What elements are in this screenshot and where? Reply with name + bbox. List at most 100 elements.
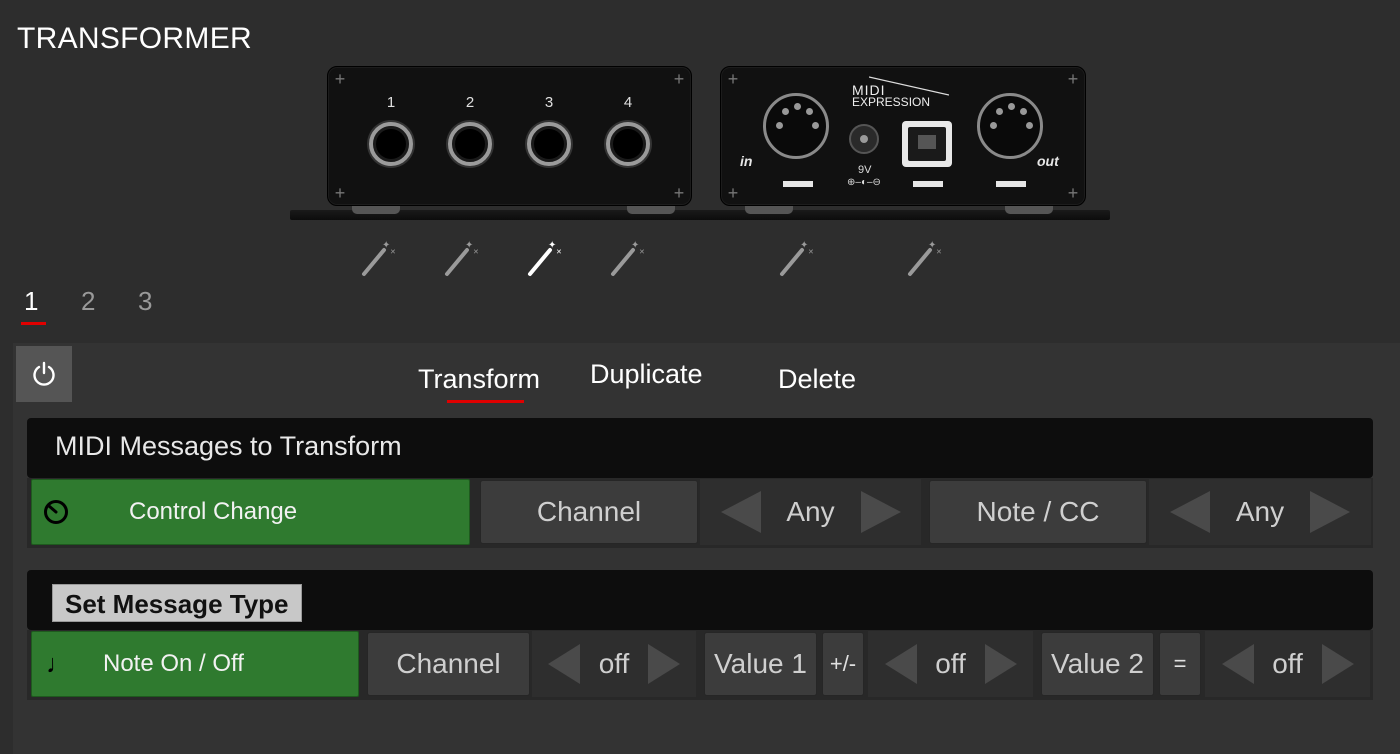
source-notecc-next-icon[interactable]: [1310, 491, 1350, 533]
target-value2-label: Value 2: [1051, 648, 1144, 679]
wand-icon-jack-3[interactable]: ✦✕: [526, 236, 562, 278]
polarity-icon: ⊕–◐–⊖: [847, 177, 881, 188]
power-icon: [33, 361, 55, 386]
svg-text:✕: ✕: [936, 249, 942, 256]
target-value2-operator: =: [1173, 651, 1187, 676]
jack-number-1: 1: [386, 94, 396, 111]
screw-icon: +: [727, 69, 739, 89]
target-value2-button[interactable]: Value 2: [1041, 632, 1154, 696]
wand-icon-midi-in[interactable]: ✦✕: [778, 236, 814, 278]
power-toggle-button[interactable]: [16, 346, 72, 402]
source-channel-next-icon[interactable]: [860, 491, 901, 533]
target-value1-stepper: off: [868, 631, 1033, 697]
device-foot: [1005, 205, 1053, 214]
device-shelf: [290, 210, 1110, 220]
usb-port[interactable]: [902, 121, 952, 167]
jack-4[interactable]: [606, 122, 650, 166]
target-channel-prev-icon[interactable]: [548, 644, 580, 684]
svg-text:✕: ✕: [639, 249, 645, 256]
target-type-label: Note On / Off: [103, 650, 244, 677]
source-notecc-value: Any: [1235, 496, 1285, 527]
target-value1-prev-icon[interactable]: [884, 644, 917, 684]
midi-ports-panel: + + + + in MIDI EXPRESSION 9V ⊕–◐–⊖ out: [720, 66, 1086, 206]
jack-number-4: 4: [623, 94, 633, 111]
jack-3[interactable]: [527, 122, 571, 166]
wand-icon-jack-2[interactable]: ✦✕: [443, 236, 479, 278]
music-note-icon: ♩: [46, 648, 72, 679]
source-channel-stepper: Any: [700, 479, 921, 545]
slot-tab-2[interactable]: 2: [77, 286, 134, 317]
midi-in-indicator: [783, 181, 813, 187]
set-message-type-label: Set Message Type: [52, 584, 302, 622]
midi-out-label: out: [1037, 153, 1059, 169]
target-channel-button[interactable]: Channel: [367, 632, 530, 696]
source-section-header: MIDI Messages to Transform: [27, 418, 1373, 478]
jack-1[interactable]: [369, 122, 413, 166]
source-channel-button[interactable]: Channel: [480, 480, 698, 544]
target-channel-label: Channel: [396, 648, 501, 679]
device-foot: [745, 205, 793, 214]
target-value2-operator-button[interactable]: =: [1159, 632, 1201, 696]
device-foot: [352, 205, 400, 214]
target-value2-prev-icon[interactable]: [1221, 644, 1254, 684]
tab-transform[interactable]: Transform: [418, 364, 540, 395]
source-channel-label: Channel: [536, 496, 642, 527]
tab-duplicate[interactable]: Duplicate: [590, 359, 703, 390]
jack-number-2: 2: [465, 94, 475, 111]
usb-indicator: [913, 181, 943, 187]
slot-tab-1[interactable]: 1: [20, 286, 77, 317]
screw-icon: +: [334, 183, 346, 203]
app-title: TRANSFORMER: [17, 22, 252, 55]
target-channel-value: off: [598, 648, 630, 679]
source-notecc-stepper: Any: [1149, 479, 1371, 545]
midi-in-port[interactable]: [763, 93, 829, 159]
target-value1-button[interactable]: Value 1: [704, 632, 817, 696]
screw-icon: +: [334, 69, 346, 89]
wand-icon-jack-1[interactable]: ✦✕: [360, 236, 396, 278]
target-value2-value: off: [1272, 648, 1303, 679]
target-type-button[interactable]: ♩ Note On / Off: [31, 631, 359, 697]
source-channel-value: Any: [786, 496, 835, 527]
wand-icon-usb[interactable]: ✦✕: [906, 236, 942, 278]
wand-icon-jack-4[interactable]: ✦✕: [609, 236, 645, 278]
target-channel-stepper: off: [532, 631, 696, 697]
screw-icon: +: [673, 69, 685, 89]
screw-icon: +: [673, 183, 685, 203]
slot-tab-3[interactable]: 3: [134, 286, 191, 317]
device-foot: [627, 205, 675, 214]
target-value1-next-icon[interactable]: [984, 644, 1017, 684]
power-jack: [849, 124, 879, 154]
source-type-label: Control Change: [129, 498, 298, 525]
power-voltage-label: 9V: [858, 164, 872, 176]
target-value1-operator: +/-: [829, 651, 857, 676]
source-notecc-prev-icon[interactable]: [1170, 491, 1210, 533]
screw-icon: +: [727, 183, 739, 203]
svg-text:✕: ✕: [390, 249, 396, 256]
screw-icon: +: [1067, 69, 1079, 89]
target-value1-label: Value 1: [714, 648, 807, 679]
tab-delete[interactable]: Delete: [778, 364, 856, 395]
source-channel-prev-icon[interactable]: [720, 491, 761, 533]
source-notecc-label: Note / CC: [976, 496, 1100, 527]
source-section-title: MIDI Messages to Transform: [55, 431, 402, 461]
tab-active-indicator: [447, 400, 524, 403]
brand-logo-wedge-icon: [869, 76, 949, 96]
svg-text:✕: ✕: [808, 249, 814, 256]
target-channel-next-icon[interactable]: [648, 644, 680, 684]
svg-text:✕: ✕: [473, 249, 479, 256]
source-type-button[interactable]: Control Change: [31, 479, 470, 545]
knob-icon: [44, 500, 68, 524]
target-value2-next-icon[interactable]: [1321, 644, 1354, 684]
svg-text:✕: ✕: [556, 249, 562, 256]
jack-number-3: 3: [544, 94, 554, 111]
slot-tabs: 1 2 3: [20, 286, 191, 317]
target-value1-operator-button[interactable]: +/-: [822, 632, 864, 696]
source-notecc-button[interactable]: Note / CC: [929, 480, 1147, 544]
slot-tab-active-indicator: [21, 322, 46, 325]
jack-2[interactable]: [448, 122, 492, 166]
midi-in-label: in: [740, 153, 753, 169]
target-value1-value: off: [935, 648, 966, 679]
target-value2-stepper: off: [1205, 631, 1370, 697]
midi-out-port[interactable]: [977, 93, 1043, 159]
midi-out-indicator: [996, 181, 1026, 187]
